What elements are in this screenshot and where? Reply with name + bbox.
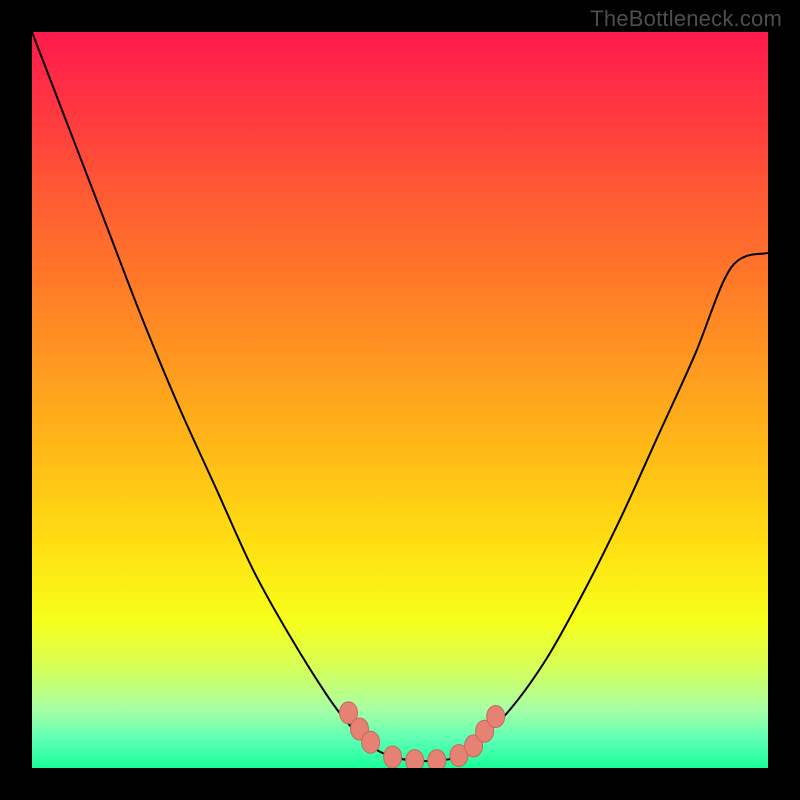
- watermark-text: TheBottleneck.com: [590, 6, 782, 32]
- curve-marker: [406, 750, 424, 768]
- curve-marker: [362, 731, 380, 753]
- plot-area: [32, 32, 768, 768]
- chart-svg: [32, 32, 768, 768]
- curve-marker: [487, 706, 505, 728]
- chart-frame: TheBottleneck.com: [0, 0, 800, 800]
- curve-marker: [384, 746, 402, 768]
- bottleneck-curve: [32, 32, 768, 761]
- markers-group: [340, 702, 505, 768]
- curve-marker: [428, 750, 446, 768]
